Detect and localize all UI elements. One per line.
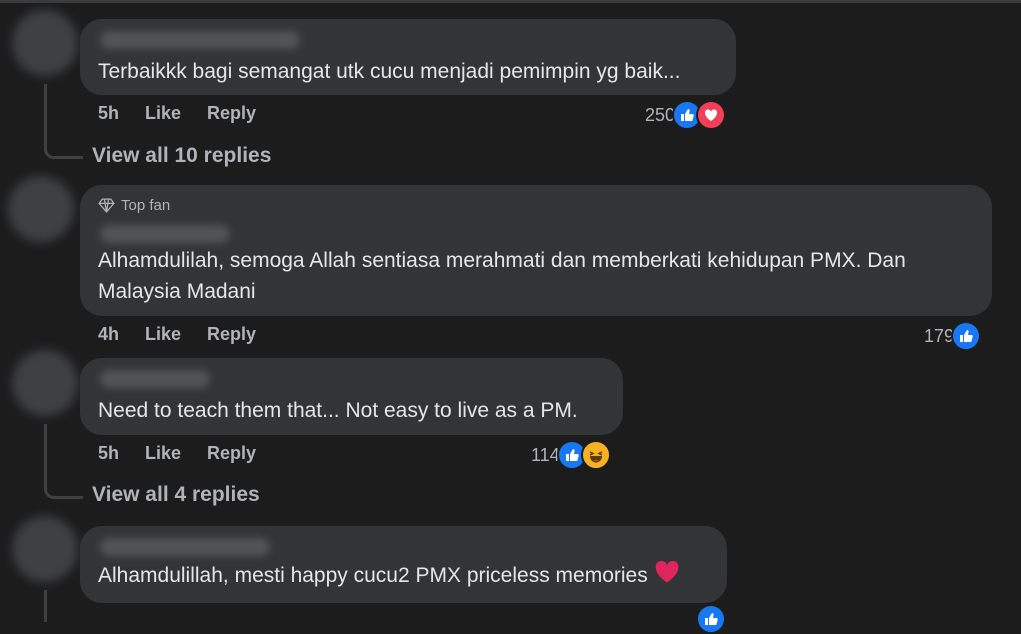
comment-text: Malaysia Madani	[98, 280, 256, 303]
author-name-redacted[interactable]	[100, 370, 210, 388]
avatar[interactable]	[12, 10, 78, 76]
comment-bubble: Need to teach them that... Not easy to l…	[80, 358, 623, 435]
view-replies-link[interactable]: View all 10 replies	[92, 144, 271, 168]
reply-button[interactable]: Reply	[207, 324, 256, 345]
thread-connector	[44, 480, 83, 499]
like-button[interactable]: Like	[145, 443, 181, 464]
reaction-count: 250	[645, 104, 676, 125]
reaction-count: 114	[531, 444, 560, 465]
reply-button[interactable]: Reply	[207, 443, 256, 464]
heart-icon	[696, 100, 727, 130]
reaction-summary[interactable]	[696, 604, 726, 634]
comment-bubble: Alhamdulillah, mesti happy cucu2 PMX pri…	[80, 526, 727, 603]
comment-text: Need to teach them that... Not easy to l…	[98, 399, 578, 422]
laughing-face-icon	[580, 440, 611, 470]
author-name-redacted[interactable]	[100, 31, 300, 49]
comment-time[interactable]: 5h	[98, 103, 119, 124]
thumbs-up-icon	[696, 604, 726, 634]
comment-actions: 4h Like Reply	[98, 324, 256, 345]
avatar[interactable]	[12, 350, 78, 416]
reaction-summary[interactable]: 179	[924, 321, 982, 351]
reply-button[interactable]: Reply	[207, 103, 256, 124]
thread-connector	[44, 140, 83, 159]
comment-text: Alhamdulillah, mesti happy cucu2 PMX pri…	[98, 560, 680, 593]
comment-text: Alhamdulilah, semoga Allah sentiasa mera…	[98, 249, 906, 272]
comment-bubble: Top fan Alhamdulilah, semoga Allah senti…	[80, 185, 992, 316]
thread-line	[44, 590, 47, 622]
red-heart-emoji	[654, 560, 680, 593]
reaction-count: 179	[924, 325, 955, 346]
avatar[interactable]	[8, 176, 74, 242]
reaction-summary[interactable]: 250	[645, 100, 727, 130]
view-replies-link[interactable]: View all 4 replies	[92, 483, 260, 507]
top-divider	[0, 0, 1021, 3]
like-button[interactable]: Like	[145, 103, 181, 124]
avatar[interactable]	[12, 516, 78, 582]
like-button[interactable]: Like	[145, 324, 181, 345]
thread-line	[44, 424, 47, 484]
comment-actions: 5h Like Reply	[98, 443, 256, 464]
comment-bubble: Terbaikkk bagi semangat utk cucu menjadi…	[80, 19, 736, 95]
comment-text-content: Alhamdulillah, mesti happy cucu2 PMX pri…	[98, 564, 648, 588]
thumbs-up-icon	[951, 321, 982, 351]
comment-actions: 5h Like Reply	[98, 103, 256, 124]
diamond-icon	[98, 198, 115, 213]
badge-label: Top fan	[121, 197, 171, 214]
reaction-summary[interactable]: 114	[531, 440, 611, 470]
comment-time[interactable]: 5h	[98, 443, 119, 464]
author-name-redacted[interactable]	[100, 225, 230, 243]
comment-time[interactable]: 4h	[98, 324, 119, 345]
thread-line	[44, 84, 47, 144]
comment-text: Terbaikkk bagi semangat utk cucu menjadi…	[98, 60, 681, 83]
author-name-redacted[interactable]	[100, 538, 270, 556]
top-fan-badge: Top fan	[98, 197, 170, 214]
